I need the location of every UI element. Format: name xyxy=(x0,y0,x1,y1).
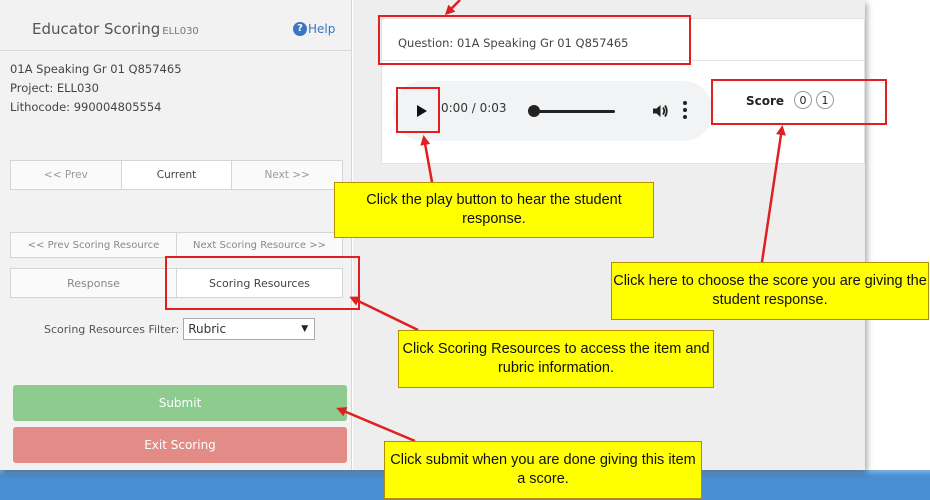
exit-scoring-button[interactable]: Exit Scoring xyxy=(13,427,347,463)
submit-callout: Click submit when you are done giving th… xyxy=(384,441,702,499)
scoring-resources-highlight-box xyxy=(165,256,360,310)
app-title-code: ELL030 xyxy=(162,26,199,37)
scoring-resource-nav: << Prev Scoring Resource Next Scoring Re… xyxy=(10,232,343,258)
tab-response[interactable]: Response xyxy=(11,269,176,297)
filter-label: Scoring Resources Filter: xyxy=(44,322,180,336)
next-button[interactable]: Next >> xyxy=(232,161,342,189)
app-title-text: Educator Scoring xyxy=(32,20,161,38)
prev-button[interactable]: << Prev xyxy=(11,161,121,189)
item-name: 01A Speaking Gr 01 Q857465 xyxy=(10,62,182,76)
prev-scoring-resource-button[interactable]: << Prev Scoring Resource xyxy=(11,233,176,257)
score-callout: Click here to choose the score you are g… xyxy=(611,262,929,320)
play-callout: Click the play button to hear the studen… xyxy=(334,182,654,238)
lithocode-label: Lithocode: 990004805554 xyxy=(10,100,162,114)
help-icon: ? xyxy=(293,22,307,36)
filter-value: Rubric xyxy=(188,322,227,336)
sidebar: Educator Scoring ELL030 ? Help 01A Speaki… xyxy=(0,0,352,470)
audio-time: 0:00 / 0:03 xyxy=(441,101,507,115)
sidebar-header: Educator Scoring ELL030 ? Help xyxy=(0,10,352,50)
dropdown-caret-icon: ▼ xyxy=(301,324,309,334)
sidebar-divider xyxy=(0,50,352,51)
current-button[interactable]: Current xyxy=(120,161,233,189)
play-highlight-box xyxy=(396,87,440,133)
volume-icon[interactable] xyxy=(651,102,669,120)
more-vertical-icon[interactable] xyxy=(683,101,687,121)
audio-scrubber-handle[interactable] xyxy=(528,105,540,117)
response-nav: << Prev Current Next >> xyxy=(10,160,343,190)
next-scoring-resource-button[interactable]: Next Scoring Resource >> xyxy=(176,233,342,257)
score-highlight-box xyxy=(711,79,887,125)
scoring-resources-filter: Scoring Resources Filter: Rubric ▼ xyxy=(44,318,316,340)
question-highlight-box xyxy=(378,15,691,65)
app-title: Educator Scoring ELL030 xyxy=(32,20,199,38)
filter-select[interactable]: Rubric ▼ xyxy=(183,318,316,340)
help-label: Help xyxy=(308,22,336,36)
scoring-resources-callout: Click Scoring Resources to access the it… xyxy=(398,330,714,388)
audio-player: 0:00 / 0:03 xyxy=(393,81,713,141)
help-link[interactable]: ? Help xyxy=(293,22,335,36)
project-label: Project: ELL030 xyxy=(10,81,99,95)
submit-button[interactable]: Submit xyxy=(13,385,347,421)
audio-progress-bar[interactable] xyxy=(533,110,615,113)
